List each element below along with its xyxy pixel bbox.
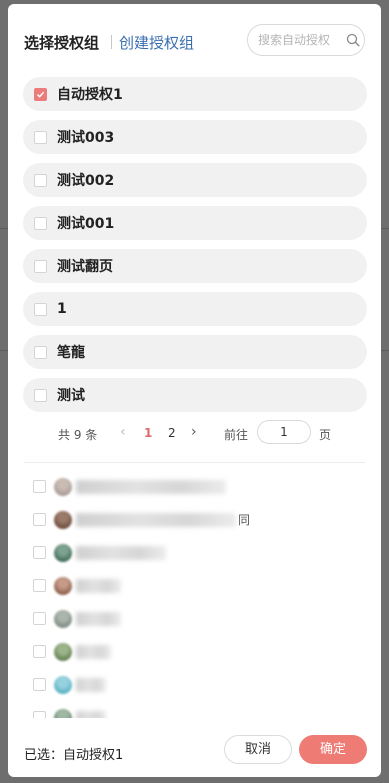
group-label: 1 [57,301,67,317]
user-name-redacted [76,545,166,560]
user-name-redacted [76,710,106,718]
group-checkbox[interactable] [34,216,47,230]
group-label: 测试翻页 [57,259,113,275]
user-checkbox[interactable] [33,546,46,559]
group-label: 测试003 [57,130,115,146]
search-box[interactable] [247,24,365,56]
user-row[interactable] [24,536,364,569]
group-checkbox[interactable] [34,87,47,101]
search-icon[interactable] [346,33,360,47]
group-label: 测试001 [57,216,115,232]
user-name-redacted [76,677,106,692]
avatar [54,642,72,661]
page-suffix-label: 页 [319,428,332,442]
header-divider [111,35,112,49]
group-label: 测试 [57,388,85,404]
group-item[interactable]: 测试 [23,378,367,412]
pagination: 共 9 条 ‹ 1 2 › 前往 页 [8,418,381,448]
user-checkbox[interactable] [33,480,46,493]
user-checkbox[interactable] [33,513,46,526]
user-checkbox[interactable] [33,579,46,592]
create-group-link[interactable]: 创建授权组 [119,32,194,53]
user-name-suffix: 同 [238,513,251,527]
user-row[interactable] [24,635,364,668]
search-input[interactable] [258,33,342,47]
authorization-group-dialog: 选择授权组 创建授权组 自动授权1 测试003 测试002 测试001 测试翻页 1 笔龍测… [8,4,381,777]
avatar [54,510,72,529]
cancel-button[interactable]: 取消 [224,735,292,764]
avatar [54,576,72,595]
avatar [54,477,72,496]
check-icon [36,91,45,98]
dialog-title: 选择授权组 [24,34,100,52]
group-checkbox[interactable] [34,345,47,359]
group-label: 笔龍 [57,345,85,361]
user-name-redacted [76,479,226,494]
group-label: 自动授权1 [57,87,123,103]
user-row[interactable] [24,701,364,718]
group-checkbox[interactable] [34,173,47,187]
pagination-total: 共 9 条 [58,428,98,442]
group-checkbox[interactable] [34,259,47,273]
avatar [54,708,72,718]
user-name-redacted [76,512,236,527]
avatar [54,675,72,694]
user-row[interactable]: 同 [24,503,364,536]
avatar [54,543,72,562]
user-row[interactable] [24,668,364,701]
group-item[interactable]: 1 [23,292,367,326]
group-checkbox[interactable] [34,130,47,144]
confirm-button[interactable]: 确定 [299,735,367,764]
avatar [54,609,72,628]
selected-summary: 已选：自动授权1 [24,748,124,763]
user-name-redacted [76,578,121,593]
user-list[interactable]: 同 [24,470,364,718]
group-checkbox[interactable] [34,302,47,316]
page-number-1[interactable]: 1 [144,426,152,440]
group-item[interactable]: 测试001 [23,206,367,240]
user-row[interactable] [24,569,364,602]
dialog-footer: 已选：自动授权1 取消 确定 [8,722,381,777]
group-item[interactable]: 笔龍 [23,335,367,369]
group-item[interactable]: 测试003 [23,120,367,154]
user-name-redacted [76,611,121,626]
user-checkbox[interactable] [33,645,46,658]
user-checkbox[interactable] [33,678,46,691]
group-label: 测试002 [57,173,115,189]
user-row[interactable] [24,602,364,635]
goto-page-input[interactable] [257,420,311,444]
group-item[interactable]: 自动授权1 [23,77,367,111]
goto-label: 前往 [224,428,249,442]
user-row[interactable] [24,470,364,503]
group-checkbox[interactable] [34,388,47,402]
group-item[interactable]: 测试002 [23,163,367,197]
prev-page-icon[interactable]: ‹ [120,424,126,440]
page-number-2[interactable]: 2 [168,426,176,440]
user-checkbox[interactable] [33,711,46,718]
dialog-header: 选择授权组 创建授权组 [8,4,381,68]
next-page-icon[interactable]: › [191,424,197,440]
section-divider [24,462,365,463]
group-item[interactable]: 测试翻页 [23,249,367,283]
group-list: 自动授权1 测试003 测试002 测试001 测试翻页 1 笔龍测试 [23,77,367,421]
user-name-redacted [76,644,111,659]
user-checkbox[interactable] [33,612,46,625]
